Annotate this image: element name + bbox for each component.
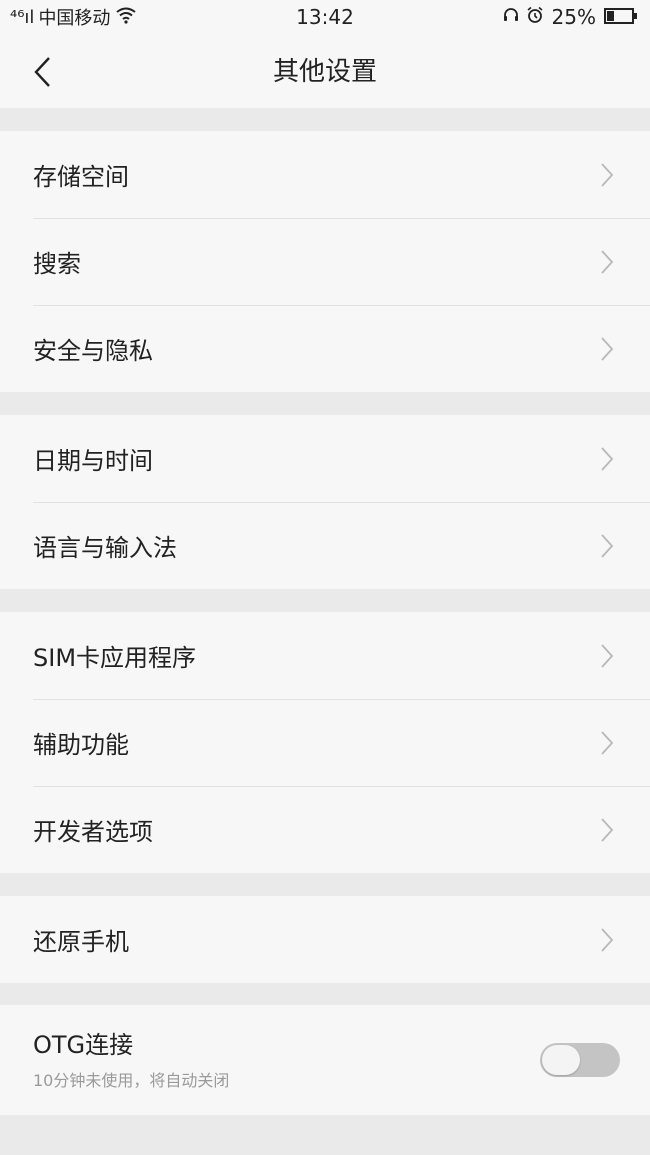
- status-bar: ⁴⁶ıl 中国移动 13:42 25%: [0, 0, 650, 34]
- chevron-right-icon: [601, 927, 614, 952]
- settings-item-label: 还原手机: [33, 928, 129, 956]
- settings-item-language-input[interactable]: 语言与输入法: [0, 502, 650, 589]
- chevron-right-icon: [601, 817, 614, 842]
- chevron-right-icon: [601, 446, 614, 471]
- settings-item-reset-phone[interactable]: 还原手机: [0, 896, 650, 983]
- chevron-right-icon: [601, 336, 614, 361]
- chevron-right-icon: [601, 730, 614, 755]
- alarm-icon: [526, 5, 544, 29]
- settings-section-1: 存储空间 搜索 安全与隐私: [0, 131, 650, 392]
- settings-item-label: 安全与隐私: [33, 337, 153, 365]
- settings-item-otg: OTG连接 10分钟未使用，将自动关闭: [0, 1005, 650, 1115]
- settings-item-label: 辅助功能: [33, 731, 129, 759]
- headset-icon: [502, 5, 520, 29]
- otg-title: OTG连接: [33, 1031, 134, 1059]
- otg-toggle[interactable]: [540, 1043, 620, 1077]
- settings-item-storage[interactable]: 存储空间: [0, 131, 650, 218]
- otg-text: OTG连接 10分钟未使用，将自动关闭: [33, 1029, 229, 1091]
- settings-item-label: 日期与时间: [33, 447, 153, 475]
- settings-item-date-time[interactable]: 日期与时间: [0, 415, 650, 502]
- battery-icon: [604, 5, 638, 29]
- status-right: 25%: [502, 5, 638, 29]
- settings-item-search[interactable]: 搜索: [0, 218, 650, 305]
- settings-item-developer-options[interactable]: 开发者选项: [0, 786, 650, 873]
- settings-section-2: 日期与时间 语言与输入法: [0, 415, 650, 589]
- settings-item-accessibility[interactable]: 辅助功能: [0, 699, 650, 786]
- battery-percent: 25%: [551, 5, 596, 29]
- chevron-right-icon: [601, 162, 614, 187]
- title-bar: 其他设置: [0, 34, 650, 108]
- settings-item-label: 搜索: [33, 250, 81, 278]
- settings-item-sim-apps[interactable]: SIM卡应用程序: [0, 612, 650, 699]
- settings-item-label: 开发者选项: [33, 818, 153, 846]
- settings-item-label: 语言与输入法: [33, 534, 177, 562]
- chevron-right-icon: [601, 533, 614, 558]
- settings-item-label: SIM卡应用程序: [33, 644, 197, 672]
- settings-section-4: 还原手机: [0, 896, 650, 983]
- toggle-knob: [542, 1045, 580, 1075]
- settings-section-3: SIM卡应用程序 辅助功能 开发者选项: [0, 612, 650, 873]
- otg-subtitle: 10分钟未使用，将自动关闭: [33, 1071, 230, 1090]
- page-title: 其他设置: [272, 57, 377, 87]
- chevron-right-icon: [601, 643, 614, 668]
- chevron-right-icon: [601, 249, 614, 274]
- settings-item-security-privacy[interactable]: 安全与隐私: [0, 305, 650, 392]
- settings-item-label: 存储空间: [33, 163, 129, 191]
- settings-section-otg: OTG连接 10分钟未使用，将自动关闭: [0, 1005, 650, 1115]
